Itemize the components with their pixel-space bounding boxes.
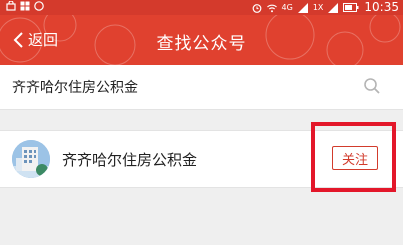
signal-icon	[297, 2, 308, 13]
search-input[interactable]	[12, 74, 342, 100]
account-avatar	[12, 140, 50, 178]
app-header: 返回 查找公众号	[0, 15, 403, 65]
search-bar	[0, 65, 403, 110]
secondary-network-label: 1X	[312, 2, 324, 12]
search-icon[interactable]	[363, 77, 381, 95]
wifi-icon	[266, 4, 277, 12]
account-name: 齐齐哈尔住房公积金	[62, 151, 198, 169]
signal-icon-2	[328, 2, 339, 13]
building-logo-icon	[12, 140, 50, 178]
status-bar: 4G 1X 10:35	[0, 0, 403, 15]
shopping-bag-icon	[6, 1, 16, 11]
chat-bubble-icon	[34, 1, 44, 11]
alarm-clock-icon	[252, 3, 261, 13]
network-type-label: 4G	[281, 2, 293, 12]
app-grid-icon	[20, 1, 30, 11]
follow-button[interactable]: 关注	[332, 146, 378, 170]
battery-icon	[343, 3, 359, 12]
page-title: 查找公众号	[156, 34, 247, 54]
clock-time: 10:35	[364, 0, 399, 14]
